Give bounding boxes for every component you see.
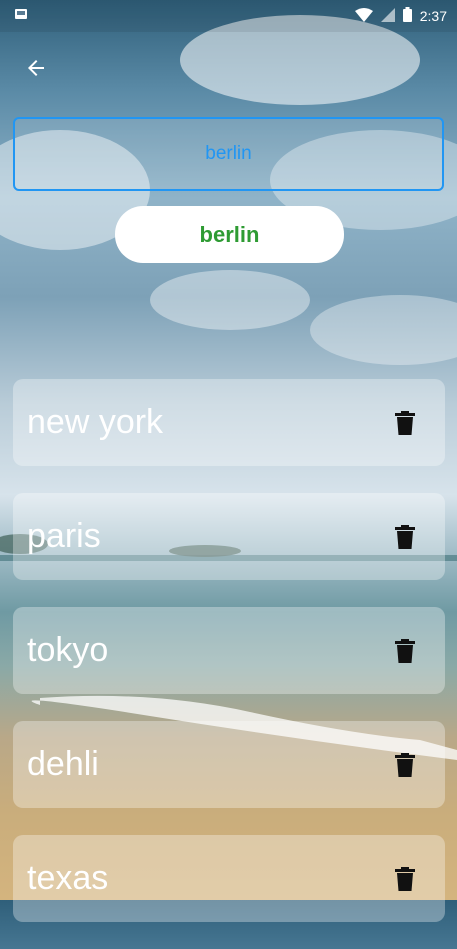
wifi-icon <box>354 7 373 25</box>
trash-icon[interactable] <box>395 638 415 663</box>
signal-icon <box>380 7 395 25</box>
trash-icon[interactable] <box>395 410 415 435</box>
trash-icon[interactable] <box>395 866 415 891</box>
status-icons: 2:37 <box>354 7 447 25</box>
city-name: texas <box>27 859 109 897</box>
city-name: new york <box>27 403 164 441</box>
notification-icon <box>14 7 28 26</box>
city-name: paris <box>27 517 101 555</box>
status-time: 2:37 <box>419 8 447 24</box>
search-city-button-label: berlin <box>199 221 260 247</box>
city-card-dehli[interactable]: dehli <box>13 721 445 808</box>
city-card-new-york[interactable]: new york <box>13 379 445 466</box>
city-search-input[interactable] <box>13 117 444 191</box>
city-list: new york paris tokyo dehli texas <box>13 379 445 949</box>
arrow-left-icon <box>28 60 44 76</box>
status-bar: 2:37 <box>0 0 457 32</box>
search-city-button[interactable]: berlin <box>115 206 344 263</box>
battery-icon <box>402 7 412 25</box>
trash-icon[interactable] <box>395 524 415 549</box>
back-button[interactable] <box>20 52 52 84</box>
city-card-tokyo[interactable]: tokyo <box>13 607 445 694</box>
city-name: tokyo <box>27 631 109 669</box>
city-card-texas[interactable]: texas <box>13 835 445 922</box>
city-name: dehli <box>27 745 99 783</box>
city-card-paris[interactable]: paris <box>13 493 445 580</box>
trash-icon[interactable] <box>395 752 415 777</box>
